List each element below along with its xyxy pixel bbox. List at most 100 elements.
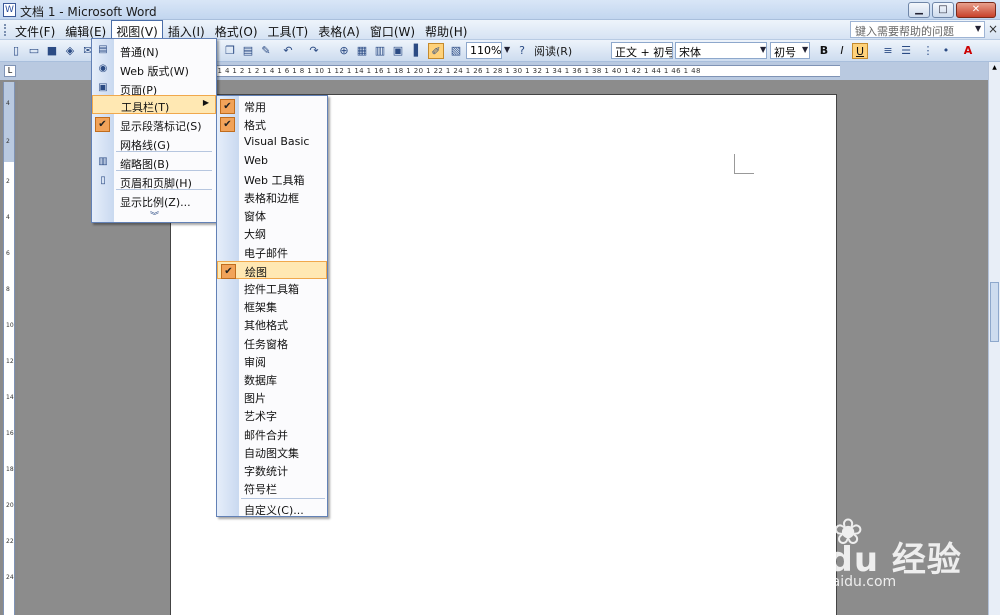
font-select[interactable]: 宋体 [675, 42, 767, 59]
menu-help[interactable]: 帮助(H) [420, 20, 472, 40]
redo-icon[interactable]: ↷ [306, 43, 322, 59]
paste-icon[interactable]: ▤ [240, 43, 256, 59]
vruler-label: 12 [6, 358, 14, 365]
drawing-icon[interactable]: ✐ [428, 43, 444, 59]
normal-view-icon: ▤ [98, 44, 108, 55]
menu-table[interactable]: 表格(A) [313, 20, 365, 40]
toolbar-toggle-item[interactable]: ✔ 绘图 [217, 260, 327, 279]
menu-tools[interactable]: 工具(T) [263, 20, 314, 40]
menu-view[interactable]: 视图(V) [111, 20, 163, 40]
toolbar-toggle-item[interactable]: 自动图文集 [217, 443, 327, 461]
toolbar-toggle-item[interactable]: 邮件合并 [217, 425, 327, 443]
vertical-scrollbar[interactable]: ▲ [988, 62, 1000, 615]
toolbar-toggle-item[interactable]: Web 工具箱 [217, 170, 327, 188]
insert-table-icon[interactable]: ▥ [372, 43, 388, 59]
copy-icon[interactable]: ❐ [222, 43, 238, 59]
columns-icon[interactable]: ▌ [410, 43, 426, 59]
menu-format[interactable]: 格式(O) [210, 20, 263, 40]
minimize-button[interactable]: ▁ [908, 2, 930, 18]
toolbar-toggle-item[interactable]: 符号栏 [217, 479, 327, 497]
customize-toolbars-item[interactable]: 自定义(C)... [217, 500, 327, 518]
menu-item-label: 任务窗格 [244, 337, 288, 351]
toolbar-toggle-item[interactable]: 电子邮件 [217, 243, 327, 261]
scroll-thumb[interactable] [990, 282, 999, 342]
menubar-grip[interactable] [4, 24, 7, 36]
zoom-select[interactable]: 110% [466, 42, 502, 59]
open-folder-icon[interactable]: ▭ [26, 43, 42, 59]
menu-file[interactable]: 文件(F) [10, 20, 60, 40]
menu-edit[interactable]: 编辑(E) [60, 20, 111, 40]
help-icon[interactable]: ? [514, 43, 530, 59]
zoom-dropdown-icon[interactable]: ▼ [504, 45, 510, 54]
new-document-icon[interactable]: ▯ [8, 43, 24, 59]
toolbar-toggle-item[interactable]: 字数统计 [217, 461, 327, 479]
insert-excel-icon[interactable]: ▣ [390, 43, 406, 59]
toolbar-toggle-item[interactable]: 控件工具箱 [217, 279, 327, 297]
maximize-button[interactable]: □ [932, 2, 954, 18]
align-center-icon[interactable]: ≡ [880, 43, 896, 59]
close-document-button[interactable]: × [988, 22, 998, 36]
document-map-icon[interactable]: ▧ [448, 43, 464, 59]
menu-window[interactable]: 窗口(W) [365, 20, 420, 40]
view-normal-item[interactable]: ▤ 普通(N) [92, 41, 216, 60]
size-dropdown-icon[interactable]: ▼ [802, 45, 808, 54]
align-justify-icon[interactable]: ☰ [898, 43, 914, 59]
style-select[interactable]: 正文 + 初号 [611, 42, 673, 59]
check-icon: ✔ [220, 117, 235, 133]
word-app-icon[interactable]: W [3, 3, 16, 17]
help-search-input[interactable]: 键入需要帮助的问题 [850, 21, 985, 38]
scroll-up-icon[interactable]: ▲ [990, 64, 999, 74]
vruler-label: 8 [6, 286, 10, 293]
expand-menu-icon[interactable]: ︾ [150, 209, 159, 222]
toolbar-toggle-item[interactable]: 窗体 [217, 206, 327, 224]
menu-item-label: 绘图 [245, 265, 267, 279]
vruler-label: 22 [6, 538, 14, 545]
view-zoom-item[interactable]: 显示比例(Z)... [92, 191, 216, 210]
toolbar-toggle-item[interactable]: 表格和边框 [217, 188, 327, 206]
horizontal-ruler[interactable]: 2 1 4 1 2 1 2 1 4 1 6 1 8 1 10 1 12 1 14… [170, 65, 840, 77]
save-icon[interactable]: ■ [44, 43, 60, 59]
toolbar-toggle-item[interactable]: Web [217, 152, 327, 170]
numbering-icon[interactable]: ⋮ [920, 43, 936, 59]
menu-item-label: 显示比例(Z)... [120, 196, 191, 209]
view-show-paragraph-marks-item[interactable]: ✔ 显示段落标记(S) [92, 115, 216, 134]
toolbar-toggle-item[interactable]: 图片 [217, 388, 327, 406]
font-dropdown-icon[interactable]: ▼ [760, 45, 766, 54]
toolbar-toggle-item[interactable]: Visual Basic [217, 133, 327, 151]
read-button[interactable]: 阅读(R) [534, 43, 572, 59]
toolbar-toggle-item[interactable]: 审阅 [217, 352, 327, 370]
bullets-icon[interactable]: • [938, 43, 954, 59]
tab-stop-selector[interactable]: L [4, 65, 16, 77]
italic-button[interactable]: I [834, 43, 850, 59]
toolbar-toggle-item[interactable]: 艺术字 [217, 406, 327, 424]
check-icon: ✔ [95, 117, 110, 132]
hyperlink-icon[interactable]: ⊕ [336, 43, 352, 59]
vruler-label: 2 [6, 178, 10, 185]
vertical-ruler[interactable]: 4 2 2 4 6 8 10 12 14 16 18 20 22 24 [3, 82, 15, 615]
menu-insert[interactable]: 插入(I) [163, 20, 210, 40]
undo-icon[interactable]: ↶ [280, 43, 296, 59]
margin-corner-mark [734, 154, 754, 174]
tables-borders-icon[interactable]: ▦ [354, 43, 370, 59]
toolbar-toggle-item[interactable]: 任务窗格 [217, 334, 327, 352]
bold-button[interactable]: B [816, 43, 832, 59]
vruler-label: 16 [6, 430, 14, 437]
menu-item-label: 邮件合并 [244, 428, 288, 442]
toolbar-toggle-item[interactable]: 其他格式 [217, 315, 327, 333]
help-dropdown-icon[interactable]: ▼ [975, 24, 981, 33]
permission-icon[interactable]: ◈ [62, 43, 78, 59]
view-toolbars-item[interactable]: 工具栏(T) ▶ [92, 95, 216, 114]
toolbar-toggle-item[interactable]: 框架集 [217, 297, 327, 315]
view-web-layout-item[interactable]: ◉ Web 版式(W) [92, 60, 216, 79]
vruler-label: 24 [6, 574, 14, 581]
menu-item-label: 数据库 [244, 374, 277, 387]
format-painter-icon[interactable]: ✎ [258, 43, 274, 59]
menu-separator [116, 170, 212, 171]
underline-button[interactable]: U [852, 43, 868, 59]
close-window-button[interactable]: ✕ [956, 2, 996, 18]
toolbar-toggle-item[interactable]: 数据库 [217, 370, 327, 388]
toolbar-toggle-item[interactable]: ✔ 格式 [217, 115, 327, 133]
toolbar-toggle-item[interactable]: 大纲 [217, 224, 327, 242]
toolbar-toggle-item[interactable]: ✔ 常用 [217, 97, 327, 115]
font-color-button[interactable]: A [960, 43, 976, 59]
